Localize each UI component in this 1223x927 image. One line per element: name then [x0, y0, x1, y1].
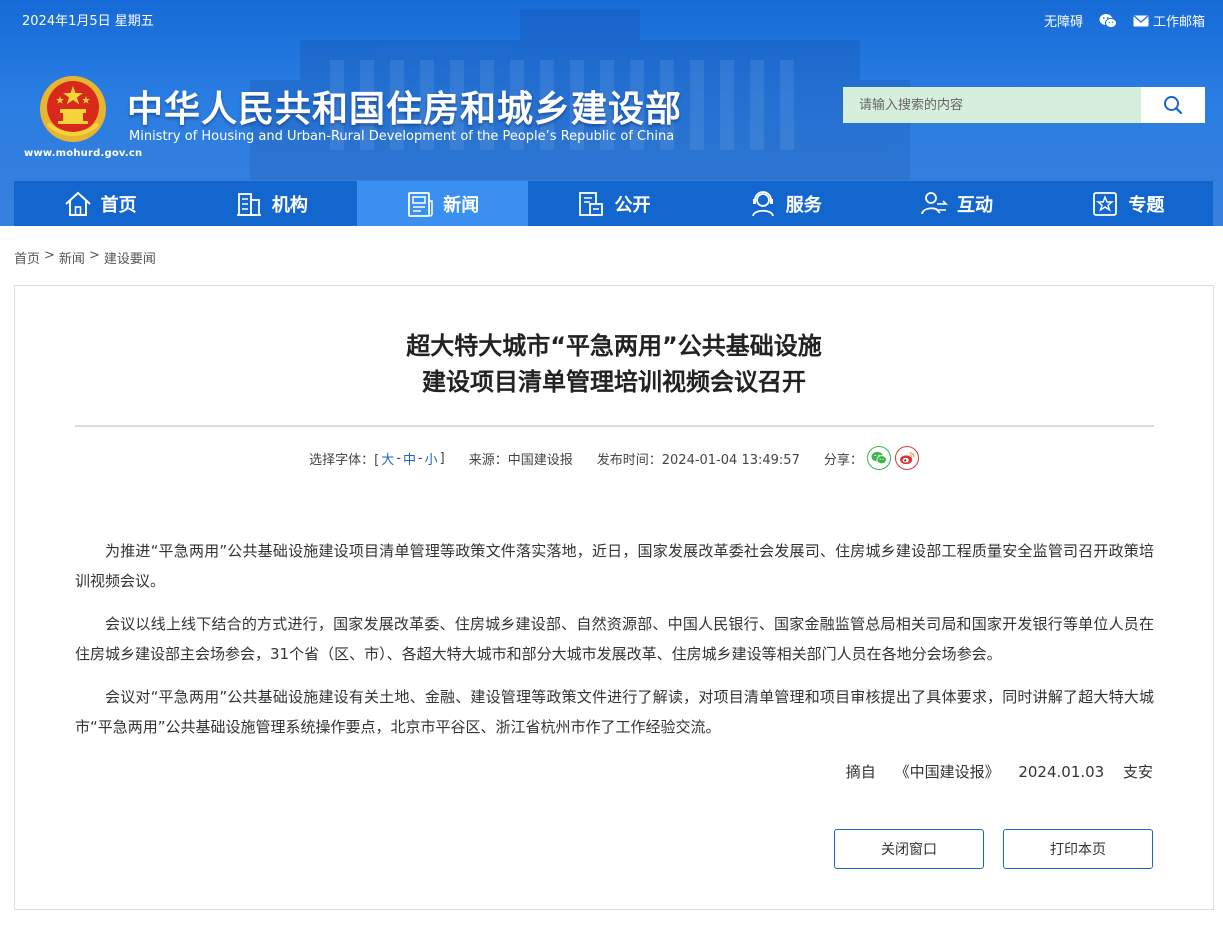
article-paragraph: 会议以线上线下结合的方式进行，国家发展改革委、住房城乡建设部、自然资源部、中国人…: [75, 615, 1154, 663]
article-paragraph: 为推进“平急两用”公共基础设施建设项目清单管理等政策文件落实落地，近日，国家发展…: [75, 542, 1154, 590]
site-url: www.mohurd.gov.cn: [24, 148, 143, 159]
font-size-small-link[interactable]: 小: [425, 449, 438, 468]
breadcrumb-construction-news[interactable]: 建设要闻: [104, 248, 156, 267]
building-icon: [236, 192, 261, 216]
search-box: [843, 87, 1205, 123]
site-title[interactable]: 中华人民共和国住房和城乡建设部: [127, 80, 682, 132]
national-emblem-icon[interactable]: [38, 74, 108, 144]
font-size-label: 选择字体：[: [309, 452, 380, 468]
search-input[interactable]: [843, 87, 1141, 123]
home-icon: [64, 191, 91, 216]
font-size-end: ]: [439, 450, 445, 466]
font-size-separator: -: [396, 450, 401, 466]
search-button[interactable]: [1141, 87, 1205, 123]
nav-item-home[interactable]: 首页: [14, 181, 185, 226]
document-folder-icon: [579, 191, 604, 216]
share-group: 分享：: [824, 446, 919, 470]
article-paragraph: 会议对“平急两用”公共基础设施建设有关土地、金融、建设管理等政策文件进行了解读，…: [75, 688, 1154, 736]
nav-item-label: 机构: [271, 194, 308, 216]
article-title-line2: 建设项目清单管理培训视频会议召开: [422, 368, 806, 396]
current-date: 2024年1月5日 星期五: [22, 14, 154, 29]
work-mail-label: 工作邮箱: [1152, 15, 1205, 30]
nav-item-news[interactable]: 新闻: [356, 181, 528, 226]
font-size-selector: 选择字体：[ 大 - 中 - 小 ]: [309, 449, 445, 468]
font-size-large-link[interactable]: 大: [381, 449, 394, 468]
main-nav: 首页 机构 新闻 公开 服务 互动 专题: [14, 181, 1213, 226]
article-meta: 选择字体：[ 大 - 中 - 小 ] 来源：中国建设报 发布时间：2024-01…: [15, 446, 1213, 470]
close-window-button[interactable]: 关闭窗口: [834, 829, 984, 869]
article-signature: 摘自 《中国建设报》 2024.01.03 支安: [845, 763, 1153, 781]
breadcrumb-news[interactable]: 新闻: [59, 248, 85, 267]
share-weibo-icon[interactable]: [894, 446, 919, 470]
breadcrumb-separator: >: [88, 248, 100, 263]
mail-icon: [1133, 15, 1149, 26]
nav-item-label: 首页: [100, 194, 137, 216]
article-content: 为推进“平急两用”公共基础设施建设项目清单管理等政策文件落实落地，近日，国家发展…: [75, 536, 1154, 755]
font-size-separator: -: [417, 450, 423, 466]
article-source: 来源：中国建设报: [468, 452, 573, 468]
nav-item-interaction[interactable]: 互动: [870, 181, 1041, 226]
site-subtitle: Ministry of Housing and Urban-Rural Deve…: [129, 129, 675, 144]
nav-item-label: 专题: [1128, 194, 1165, 216]
nav-item-topics[interactable]: 专题: [1042, 181, 1213, 226]
nav-item-disclosure[interactable]: 公开: [528, 181, 699, 226]
breadcrumb-separator: >: [44, 248, 55, 263]
article-title-line1: 超大特大城市“平急两用”公共基础设施: [406, 332, 822, 360]
share-label: 分享：: [823, 452, 863, 468]
print-page-button[interactable]: 打印本页: [1003, 829, 1153, 869]
nav-item-label: 服务: [785, 194, 822, 216]
breadcrumb: 首页 > 新闻 > 建设要闻: [14, 248, 156, 267]
nav-item-agency[interactable]: 机构: [185, 181, 356, 226]
user-service-icon: [751, 190, 774, 216]
nav-item-label: 公开: [614, 194, 651, 216]
interaction-icon: [921, 191, 948, 214]
search-icon: [1164, 96, 1183, 115]
nav-item-label: 新闻: [443, 194, 480, 216]
article-title: 超大特大城市“平急两用”公共基础设施 建设项目清单管理培训视频会议召开: [15, 328, 1213, 400]
accessibility-link[interactable]: 无障碍: [1044, 11, 1083, 30]
star-box-icon: [1093, 191, 1118, 216]
publish-time: 发布时间：2024-01-04 13:49:57: [596, 452, 800, 468]
wechat-icon[interactable]: [1099, 13, 1117, 29]
font-size-medium-link[interactable]: 中: [403, 449, 416, 468]
breadcrumb-home[interactable]: 首页: [14, 248, 40, 267]
news-icon: [408, 191, 433, 217]
title-divider: [75, 425, 1154, 427]
work-mail-link[interactable]: 工作邮箱: [1133, 11, 1205, 30]
article-panel: 超大特大城市“平急两用”公共基础设施 建设项目清单管理培训视频会议召开 选择字体…: [14, 285, 1214, 910]
topbar-links: 无障碍 工作邮箱: [1044, 11, 1205, 30]
nav-item-service[interactable]: 服务: [699, 181, 870, 226]
nav-item-label: 互动: [957, 194, 994, 216]
share-wechat-icon[interactable]: [866, 446, 891, 470]
